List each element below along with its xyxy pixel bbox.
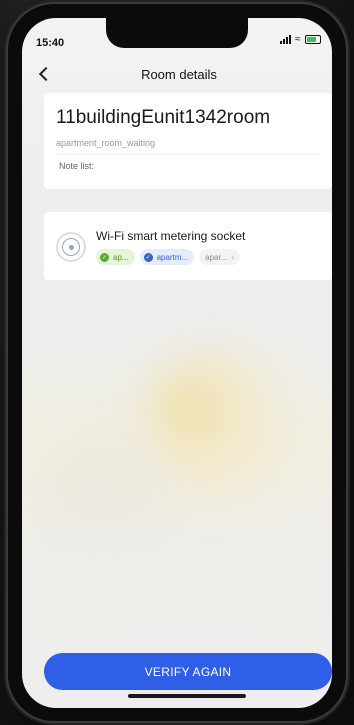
status-tag: ✓ ap... bbox=[96, 249, 135, 265]
check-icon: ✓ bbox=[143, 252, 153, 262]
home-indicator bbox=[128, 694, 246, 698]
battery-icon bbox=[304, 35, 321, 44]
verify-again-button[interactable]: VERIFY AGAIN bbox=[44, 653, 332, 690]
note-list-label: Note list: bbox=[59, 161, 95, 171]
room-status: apartment_room_waiting bbox=[56, 138, 156, 148]
status-icons: ≈ bbox=[280, 34, 321, 45]
device-card[interactable]: Wi-Fi smart metering socket ✓ ap... ✓ ap… bbox=[44, 212, 332, 280]
status-time: 15:40 bbox=[36, 37, 65, 49]
status-tag-label: apartm... bbox=[156, 252, 189, 262]
divider bbox=[56, 154, 320, 155]
notch bbox=[106, 18, 248, 48]
status-tag-label: ap... bbox=[113, 252, 129, 262]
chevron-right-icon: › bbox=[231, 252, 235, 262]
status-tag-label: apar... bbox=[205, 252, 228, 262]
page-title: Room details bbox=[141, 67, 217, 82]
wifi-icon: ≈ bbox=[295, 34, 301, 45]
status-tag[interactable]: apar... › bbox=[199, 249, 241, 265]
nav-bar: Room details bbox=[30, 62, 328, 86]
signal-icon bbox=[280, 35, 291, 44]
room-name: 11buildingEunit1342room bbox=[56, 107, 271, 128]
socket-icon bbox=[56, 232, 86, 262]
room-card: 11buildingEunit1342room apartment_room_w… bbox=[44, 93, 332, 189]
status-tag: ✓ apartm... bbox=[139, 249, 195, 265]
device-name: Wi-Fi smart metering socket bbox=[96, 229, 246, 243]
device-tags: ✓ ap... ✓ apartm... apar... › bbox=[96, 249, 241, 265]
check-icon: ✓ bbox=[100, 252, 109, 262]
